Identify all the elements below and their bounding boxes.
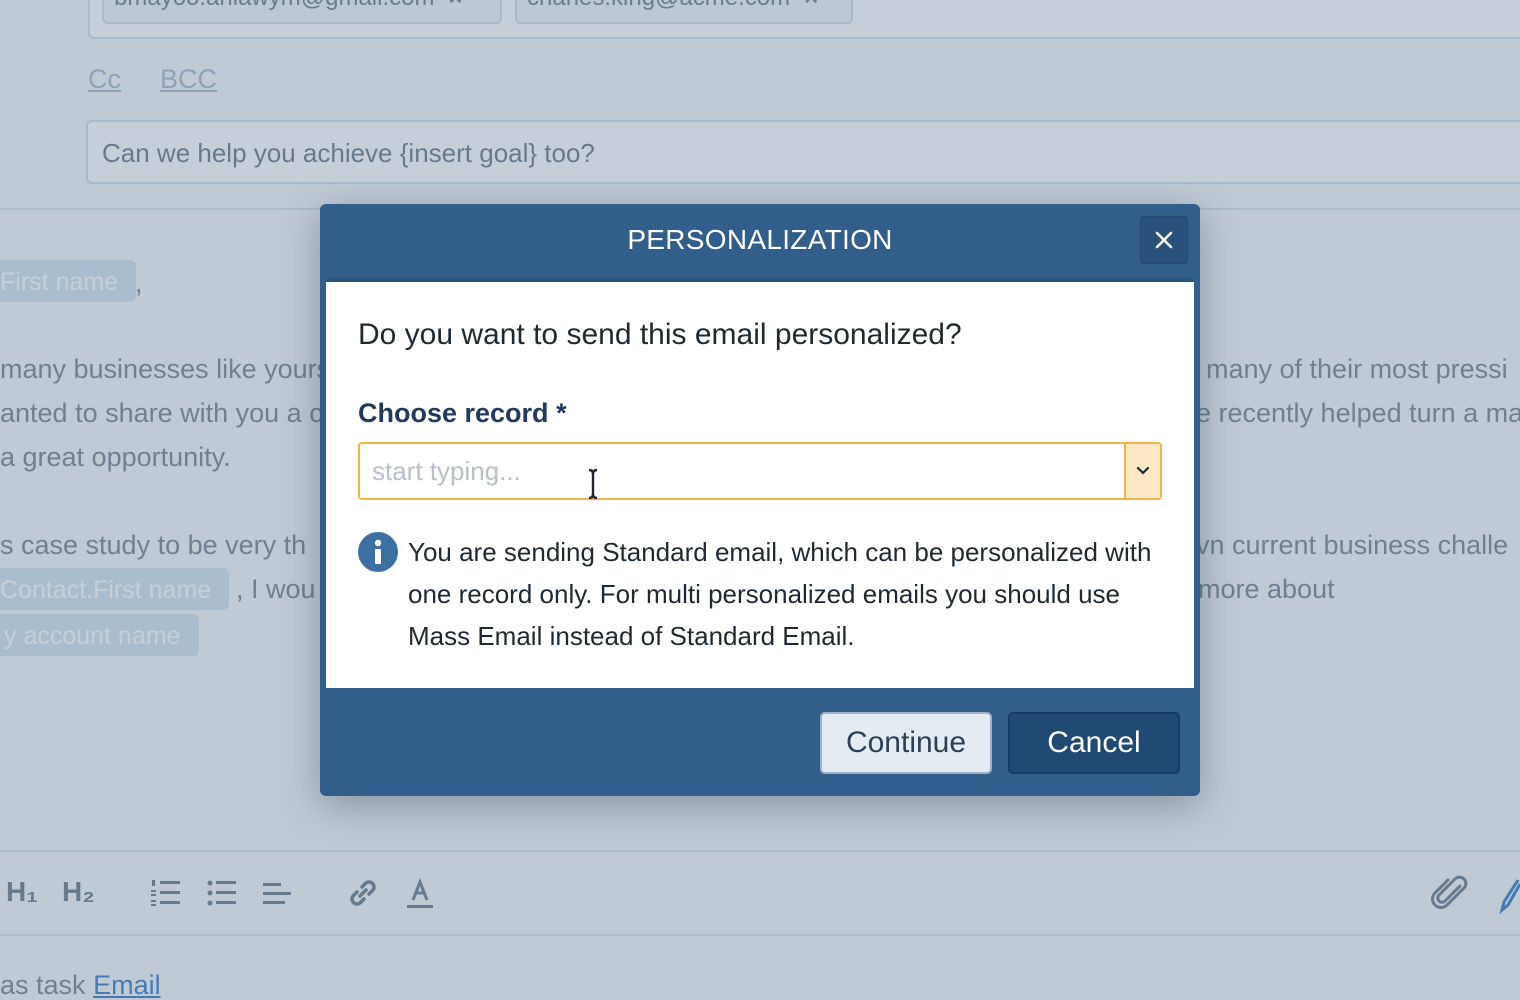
continue-button[interactable]: Continue bbox=[820, 712, 992, 774]
record-dropdown-button[interactable] bbox=[1124, 444, 1160, 498]
choose-record-label: Choose record * bbox=[358, 398, 567, 429]
dialog-question: Do you want to send this email personali… bbox=[358, 318, 962, 351]
cancel-button[interactable]: Cancel bbox=[1008, 712, 1180, 774]
record-search-input[interactable] bbox=[360, 444, 1124, 498]
personalization-dialog: PERSONALIZATION Do you want to send this… bbox=[320, 204, 1200, 796]
info-message: You are sending Standard email, which ca… bbox=[408, 537, 1152, 651]
chevron-down-icon bbox=[1136, 466, 1150, 475]
info-icon bbox=[358, 532, 398, 572]
close-button[interactable] bbox=[1140, 216, 1188, 264]
required-marker: * bbox=[556, 398, 567, 428]
text-cursor-icon bbox=[588, 468, 598, 500]
close-icon bbox=[1155, 231, 1173, 249]
field-label-text: Choose record bbox=[358, 398, 549, 428]
dialog-body: Do you want to send this email personali… bbox=[326, 278, 1194, 688]
dialog-title: PERSONALIZATION bbox=[627, 224, 893, 255]
record-combobox[interactable] bbox=[358, 442, 1162, 500]
